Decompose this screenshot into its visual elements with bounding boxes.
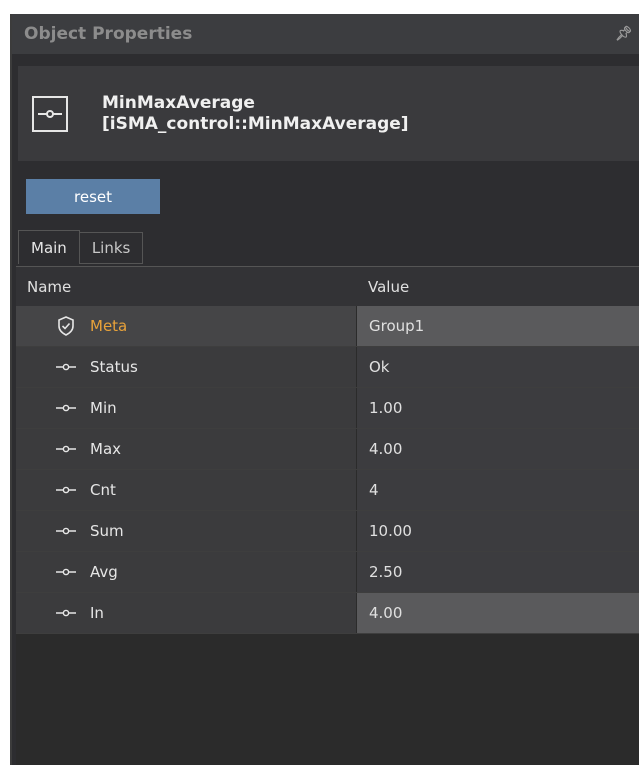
component-icon [32,95,68,132]
slot-icon [50,485,82,495]
tab-links[interactable]: Links [79,232,144,264]
property-value: 2.50 [356,552,639,592]
tab-bar: Main Links [18,230,144,264]
property-value: Ok [356,347,639,387]
value-column-header[interactable]: Value [356,278,639,296]
property-value: 4.00 [356,429,639,469]
property-row-sum[interactable]: Sum 10.00 [16,511,639,552]
property-name: Min [90,399,117,417]
property-value[interactable]: 4.00 [356,593,639,633]
slot-icon [50,444,82,454]
property-name: Cnt [90,481,116,499]
property-row-cnt[interactable]: Cnt 4 [16,470,639,511]
property-value: 4 [356,470,639,510]
properties-grid: Name Value Meta Group1 Status Ok Min 1.0… [16,266,639,765]
tab-main[interactable]: Main [18,230,80,264]
property-name: Max [90,440,122,458]
property-name: Meta [90,317,128,335]
property-row-status[interactable]: Status Ok [16,347,639,388]
slot-icon [50,403,82,413]
property-row-avg[interactable]: Avg 2.50 [16,552,639,593]
grid-header: Name Value [16,267,639,306]
property-value: 1.00 [356,388,639,428]
object-type: [iSMA_control::MinMaxAverage] [102,113,409,134]
property-row-meta[interactable]: Meta Group1 [16,306,639,347]
name-column-header[interactable]: Name [16,278,356,296]
property-row-in[interactable]: In 4.00 [16,593,639,634]
property-name: In [90,604,104,622]
panel-titlebar: Object Properties 📌︎ [12,14,639,54]
slot-icon [50,608,82,618]
reset-button[interactable]: reset [26,179,160,214]
slot-icon [50,526,82,536]
panel-title: Object Properties [24,24,193,44]
property-name: Avg [90,563,118,581]
object-name: MinMaxAverage [102,92,255,113]
pin-icon[interactable]: 📌︎ [615,26,633,42]
property-value[interactable]: Group1 [356,306,639,346]
property-name: Status [90,358,138,376]
property-row-min[interactable]: Min 1.00 [16,388,639,429]
slot-icon [50,362,82,372]
slot-icon [50,567,82,577]
shield-icon [50,316,82,336]
property-row-max[interactable]: Max 4.00 [16,429,639,470]
property-value: 10.00 [356,511,639,551]
property-name: Sum [90,522,124,540]
object-header: MinMaxAverage [iSMA_control::MinMaxAvera… [18,66,639,161]
